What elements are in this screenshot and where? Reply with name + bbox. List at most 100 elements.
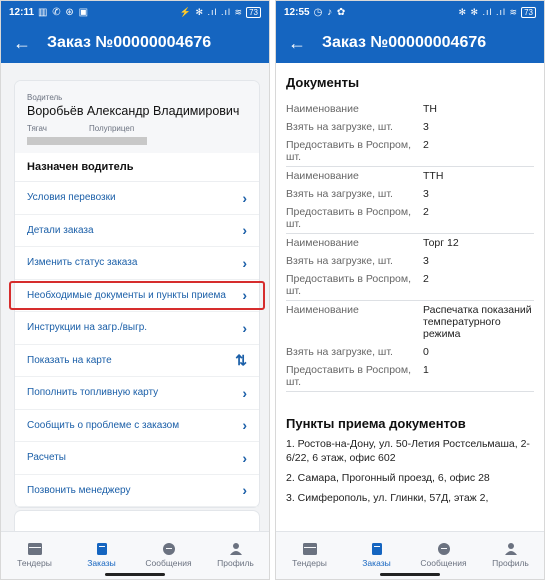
- app-bar: ← Заказ №00000004676: [276, 23, 544, 63]
- menu-item-loading-instructions[interactable]: Инструкции на загр./выгр. ›: [15, 312, 259, 345]
- phone-right: 12:55 ◷ ♪ ✿ ✻ ✻ .ıl .ıl ≋ 73 ← Заказ №00…: [275, 0, 545, 580]
- menu-item-label: Условия перевозки: [27, 192, 116, 204]
- status-app-icons: ◷ ♪ ✿: [313, 6, 347, 18]
- doc-give: 2: [423, 273, 429, 285]
- status-bar: 12:55 ◷ ♪ ✿ ✻ ✻ .ıl .ıl ≋ 73: [276, 1, 544, 23]
- order-content: Водитель Воробьёв Александр Владимирович…: [1, 63, 269, 531]
- doc-give-label: Предоставить в Роспром, шт.: [286, 139, 412, 163]
- doc-take: 3: [423, 121, 429, 133]
- status-time: 12:55: [284, 6, 310, 18]
- nav-tenders[interactable]: Тендеры: [1, 532, 68, 579]
- doc-name-label: Наименование: [286, 103, 359, 115]
- doc-name: Распечатка показаний температурного режи…: [423, 304, 532, 340]
- doc-take-label: Взять на загрузке, шт.: [286, 255, 393, 267]
- doc-name-label: Наименование: [286, 170, 359, 182]
- chevron-right-icon: ›: [242, 449, 247, 466]
- order-card: Водитель Воробьёв Александр Владимирович…: [9, 81, 265, 507]
- menu-item-call-manager[interactable]: Позвонить менеджеру ›: [15, 475, 259, 507]
- back-arrow-icon[interactable]: ←: [288, 33, 316, 54]
- page-title: Заказ №00000004676: [322, 34, 487, 51]
- nav-messages[interactable]: Сообщения: [135, 532, 202, 579]
- document-item: Наименование Торг 12 Взять на загрузке, ш…: [286, 234, 534, 301]
- menu-item-label: Детали заказа: [27, 224, 94, 236]
- profile-icon: [229, 543, 242, 555]
- tenders-icon: [302, 543, 317, 555]
- bottom-nav: Тендеры Заказы Сообщения Профиль: [276, 531, 544, 579]
- nav-orders[interactable]: Заказы: [68, 532, 135, 579]
- reception-point: 3. Симферополь, ул. Глинки, 57Д, этаж 2,: [286, 492, 489, 504]
- document-item: Наименование ТТН Взять на загрузке, шт. 3 …: [286, 167, 534, 234]
- menu-item-label: Необходимые документы и пункты приема: [27, 289, 226, 301]
- status-app-icons: ▥ ✆ ⊛ ▣: [38, 6, 90, 18]
- order-status: Назначен водитель: [15, 153, 259, 182]
- menu-item-report-problem[interactable]: Сообщить о проблеме с заказом ›: [15, 410, 259, 442]
- battery-icon: 73: [521, 6, 536, 18]
- vehicle-row: Тягач Полуприцеп: [27, 124, 249, 133]
- chevron-right-icon: ›: [242, 417, 247, 434]
- nav-label: Заказы: [362, 558, 391, 568]
- menu-item-label: Пополнить топливную карту: [27, 387, 159, 399]
- doc-give: 2: [423, 139, 429, 151]
- doc-take: 3: [423, 188, 429, 200]
- home-indicator: [380, 573, 440, 576]
- doc-give-label: Предоставить в Роспром, шт.: [286, 273, 412, 297]
- profile-icon: [504, 543, 517, 555]
- chevron-right-icon: ›: [242, 222, 247, 239]
- documents-content: Документы Наименование ТН Взять на загруз…: [276, 63, 544, 531]
- nav-profile[interactable]: Профиль: [477, 532, 544, 579]
- redacted-vehicle-numbers: [27, 137, 147, 145]
- nav-tenders[interactable]: Тендеры: [276, 532, 343, 579]
- reception-point: 2. Самара, Прогонный проезд, 6, офис 28: [286, 472, 490, 484]
- document-item: Наименование Распечатка показаний темпера…: [286, 301, 534, 392]
- driver-name: Воробьёв Александр Владимирович: [27, 104, 240, 118]
- menu-item-calculations[interactable]: Расчеты ›: [15, 442, 259, 475]
- orders-icon: [371, 543, 382, 555]
- battery-icon: 73: [246, 6, 261, 18]
- reception-points-heading: Пункты приема документов: [286, 416, 466, 431]
- doc-name: ТН: [423, 103, 437, 115]
- documents-heading: Документы: [286, 75, 360, 90]
- status-bar: 12:11 ▥ ✆ ⊛ ▣ ⚡ ✻ .ıl .ıl ≋ 73: [1, 1, 269, 23]
- menu-item-transport-conditions[interactable]: Условия перевозки ›: [15, 182, 259, 215]
- driver-label: Водитель: [27, 93, 63, 102]
- menu-item-top-up-fuel-card[interactable]: Пополнить топливную карту ›: [15, 377, 259, 410]
- tenders-icon: [27, 543, 42, 555]
- nav-label: Заказы: [87, 558, 116, 568]
- reception-point: 1. Ростов-на-Дону, ул. 50-Летия Ростсель…: [286, 438, 530, 464]
- bottom-nav: Тендеры Заказы Сообщения Профиль: [1, 531, 269, 579]
- back-arrow-icon[interactable]: ←: [13, 33, 41, 54]
- driver-block: Водитель Воробьёв Александр Владимирович…: [15, 81, 259, 153]
- document-item: Наименование ТН Взять на загрузке, шт. 3 П…: [286, 100, 534, 167]
- next-card: [15, 511, 259, 531]
- doc-give: 2: [423, 206, 429, 218]
- menu-item-change-status[interactable]: Изменить статус заказа ›: [15, 247, 259, 280]
- nav-label: Тендеры: [17, 558, 52, 568]
- chevron-right-icon: ›: [242, 384, 247, 401]
- menu-item-label: Изменить статус заказа: [27, 257, 138, 269]
- menu-item-required-documents[interactable]: Необходимые документы и пункты приема ›: [9, 280, 265, 312]
- nav-label: Сообщения: [420, 558, 467, 568]
- status-time: 12:11: [9, 6, 35, 18]
- doc-take: 0: [423, 346, 429, 358]
- doc-take: 3: [423, 255, 429, 267]
- nav-label: Профиль: [492, 558, 529, 568]
- doc-give-label: Предоставить в Роспром, шт.: [286, 206, 412, 230]
- menu-item-order-details[interactable]: Детали заказа ›: [15, 215, 259, 247]
- nav-profile[interactable]: Профиль: [202, 532, 269, 579]
- doc-name: Торг 12: [423, 237, 459, 249]
- nav-orders[interactable]: Заказы: [343, 532, 410, 579]
- doc-name: ТТН: [423, 170, 444, 182]
- doc-take-label: Взять на загрузке, шт.: [286, 188, 393, 200]
- nav-messages[interactable]: Сообщения: [410, 532, 477, 579]
- nav-label: Профиль: [217, 558, 254, 568]
- nav-label: Тендеры: [292, 558, 327, 568]
- doc-take-label: Взять на загрузке, шт.: [286, 346, 393, 358]
- doc-give-label: Предоставить в Роспром, шт.: [286, 364, 412, 388]
- messages-icon: [437, 543, 450, 555]
- menu-item-show-on-map[interactable]: Показать на карте ⇅: [15, 345, 259, 377]
- status-system-icons: ✻ ✻ .ıl .ıl ≋: [458, 6, 519, 17]
- messages-icon: [162, 543, 175, 555]
- page-title: Заказ №00000004676: [47, 34, 212, 51]
- chevron-right-icon: ›: [242, 189, 247, 206]
- doc-name-label: Наименование: [286, 237, 359, 249]
